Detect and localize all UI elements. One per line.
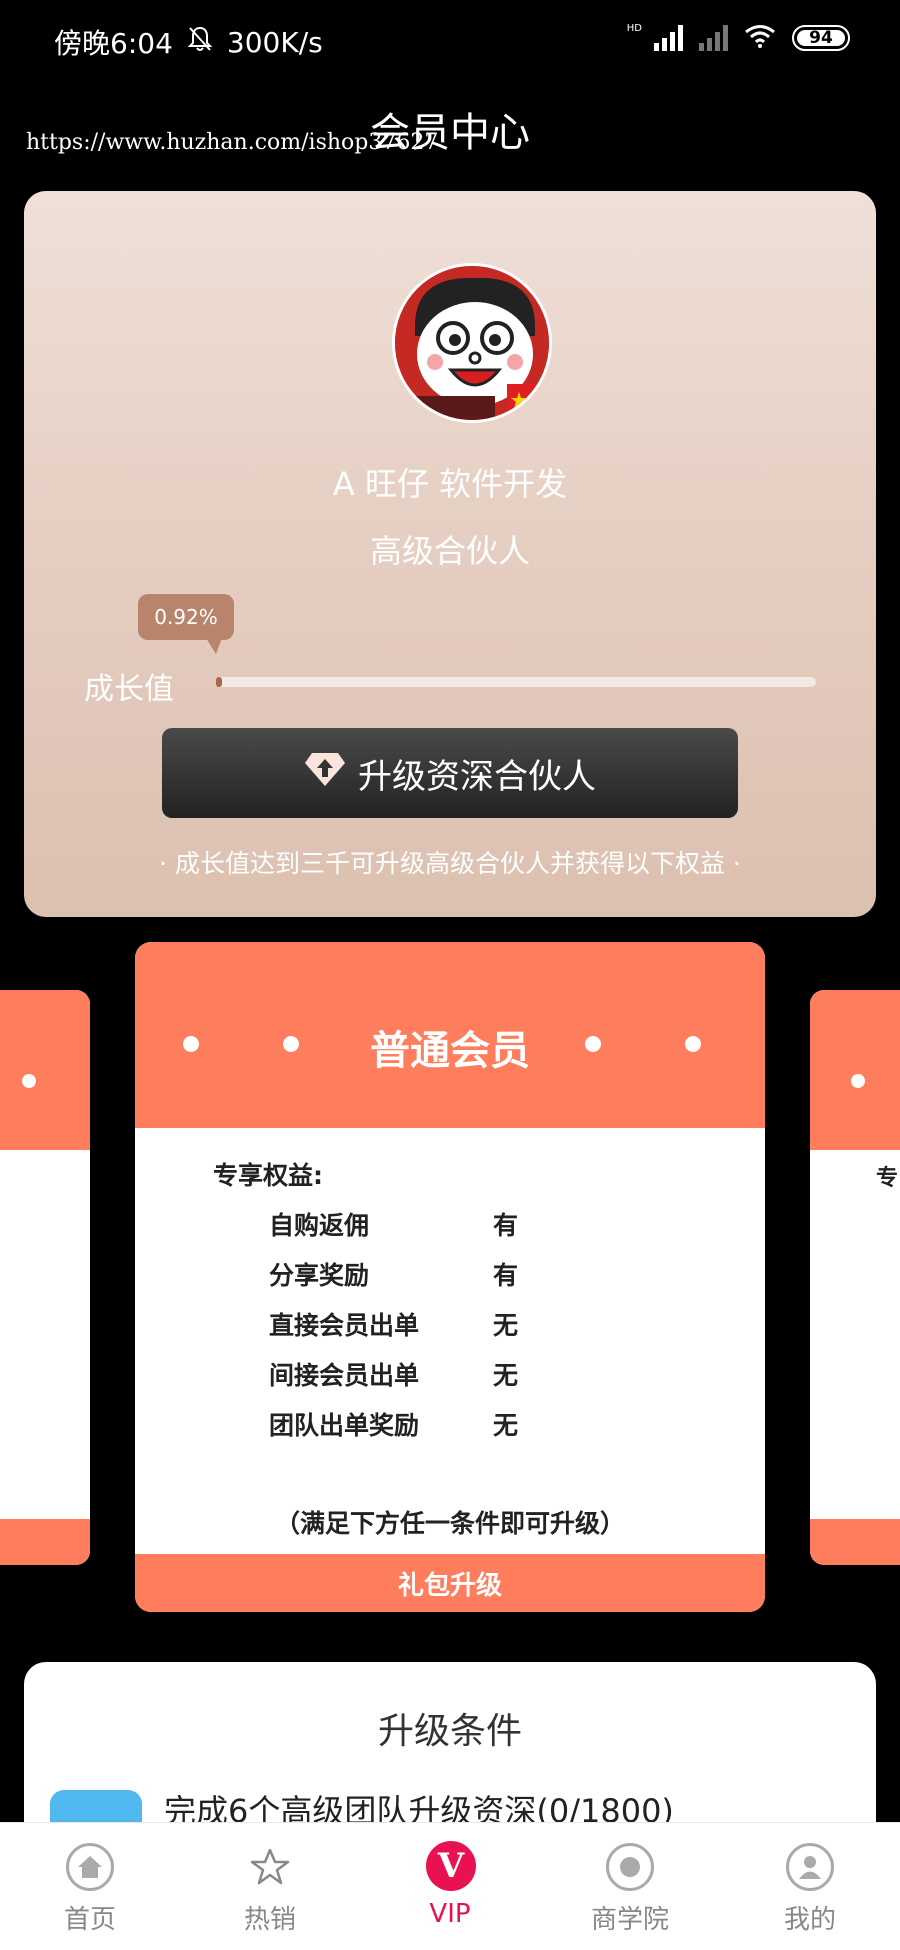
nav-item-vip[interactable]: V VIP xyxy=(360,1823,540,1950)
benefit-name: 间接会员出单 xyxy=(269,1361,420,1390)
signal-2-icon xyxy=(699,25,728,51)
status-left: 傍晚6:04 300K/s xyxy=(54,22,323,62)
peek-text: 专 xyxy=(876,1166,899,1191)
signal-icon xyxy=(654,25,683,51)
carousel-card-prev[interactable] xyxy=(0,990,90,1565)
decor-dot xyxy=(22,1074,36,1088)
nav-label: 首页 xyxy=(63,1905,116,1935)
condition-note: （满足下方任一条件即可升级） xyxy=(274,1509,625,1538)
card-header xyxy=(810,990,900,1150)
nav-item-hot[interactable]: 热销 xyxy=(180,1823,360,1950)
card-header xyxy=(0,990,90,1150)
growth-percent-bubble: 0.92% xyxy=(138,594,234,654)
benefit-value: 无 xyxy=(493,1311,519,1340)
nav-item-academy[interactable]: 商学院 xyxy=(540,1823,720,1950)
nav-label: 我的 xyxy=(783,1905,836,1935)
benefit-value: 无 xyxy=(493,1361,519,1390)
wifi-icon xyxy=(744,24,776,52)
benefit-value: 有 xyxy=(493,1211,519,1240)
user-level: 高级合伙人 xyxy=(369,532,530,570)
benefit-row: 团队出单奖励 无 xyxy=(269,1406,518,1442)
gift-upgrade-button[interactable]: 礼包升级 xyxy=(135,1554,765,1612)
bottom-nav: 首页 热销 V VIP 商学院 我的 xyxy=(0,1822,900,1950)
nav-label: 热销 xyxy=(243,1905,296,1935)
benefit-name: 直接会员出单 xyxy=(269,1311,420,1340)
benefit-row: 自购返佣 有 xyxy=(269,1206,518,1242)
card-footer xyxy=(0,1519,90,1565)
profile-card: A 旺仔 软件开发 高级合伙人 0.92% 成长值 升级资深合伙人 · 成长值达… xyxy=(24,191,876,917)
status-time: 傍晚6:04 xyxy=(54,27,173,60)
home-icon xyxy=(66,1843,114,1891)
hd-label: HD xyxy=(626,22,642,34)
benefit-value: 有 xyxy=(493,1261,519,1290)
membership-title: 普通会员 xyxy=(370,1028,530,1074)
growth-label: 成长值 xyxy=(84,672,174,707)
conditions-title: 升级条件 xyxy=(377,1711,522,1752)
benefit-row: 分享奖励 有 xyxy=(269,1256,518,1292)
growth-progress-bar xyxy=(216,677,816,687)
upgrade-button-label: 升级资深合伙人 xyxy=(358,756,596,797)
nav-label: 商学院 xyxy=(590,1905,669,1935)
nav-label: VIP xyxy=(429,1899,471,1929)
status-bar: 傍晚6:04 300K/s HD 94 xyxy=(0,0,900,80)
vip-icon: V xyxy=(426,1841,476,1891)
nav-item-home[interactable]: 首页 xyxy=(0,1823,180,1950)
growth-progress-fill xyxy=(216,677,222,687)
star-icon xyxy=(246,1843,294,1891)
benefit-name: 分享奖励 xyxy=(269,1261,370,1290)
benefit-row: 直接会员出单 无 xyxy=(269,1306,518,1342)
benefit-name: 团队出单奖励 xyxy=(269,1411,420,1440)
status-right: HD 94 xyxy=(626,22,850,52)
bell-off-icon xyxy=(187,25,213,60)
benefit-name: 自购返佣 xyxy=(269,1211,370,1240)
person-icon xyxy=(786,1843,834,1891)
avatar[interactable] xyxy=(392,263,552,423)
benefit-title: 专享权益: xyxy=(213,1161,323,1190)
diamond-upgrade-icon xyxy=(304,751,346,796)
network-speed: 300K/s xyxy=(226,25,323,59)
benefit-row: 间接会员出单 无 xyxy=(269,1356,518,1392)
user-name: A 旺仔 软件开发 xyxy=(332,465,568,503)
benefit-value: 无 xyxy=(493,1411,519,1440)
nav-item-mine[interactable]: 我的 xyxy=(720,1823,900,1950)
membership-card[interactable]: 普通会员 专享权益: 自购返佣 有 分享奖励 有 直接会员出单 无 间接会员出单… xyxy=(135,942,765,1612)
battery-icon: 94 xyxy=(792,25,850,51)
watermark: https://www.huzhan.com/ishop37627 xyxy=(26,130,439,155)
battery-level: 94 xyxy=(809,28,833,48)
upgrade-button[interactable]: 升级资深合伙人 xyxy=(162,728,738,818)
card-footer xyxy=(810,1519,900,1565)
carousel-card-next[interactable]: 专 xyxy=(810,990,900,1565)
decor-dot xyxy=(851,1074,865,1088)
record-icon xyxy=(606,1843,654,1891)
upgrade-note: · 成长值达到三千可升级高级合伙人并获得以下权益 · xyxy=(159,849,741,878)
